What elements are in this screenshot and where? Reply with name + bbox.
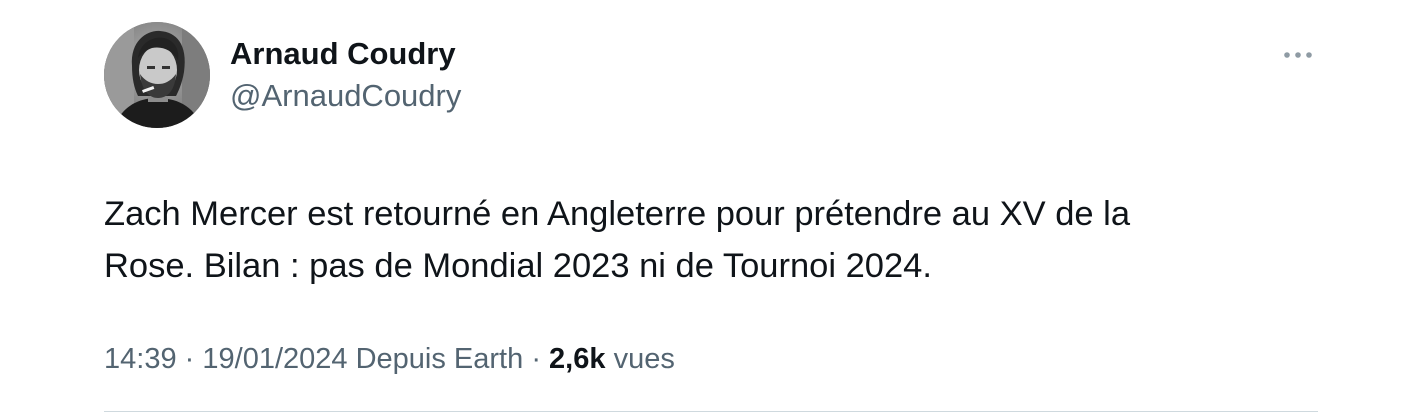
meta-separator: · (531, 343, 541, 375)
tweet-time[interactable]: 14:39 (104, 343, 177, 375)
views-label: vues (613, 343, 675, 375)
more-horizontal-icon (1284, 52, 1312, 58)
avatar[interactable] (104, 22, 210, 128)
views-count[interactable]: 2,6k (549, 343, 605, 375)
author-handle[interactable]: @ArnaudCoudry (230, 78, 461, 114)
author-name[interactable]: Arnaud Coudry (230, 36, 456, 72)
tweet-text-line: Zach Mercer est retourné en Angleterre p… (104, 195, 1131, 233)
tweet-date[interactable]: 19/01/2024 (202, 343, 347, 375)
profile-photo-icon (104, 22, 210, 128)
meta-separator: · (184, 343, 195, 375)
tweet-text: Zach Mercer est retourné en Angleterre p… (104, 188, 1294, 292)
tweet-card: Arnaud Coudry @ArnaudCoudry Zach Mercer … (0, 0, 1423, 418)
tweet-source: Depuis Earth (355, 343, 524, 375)
tweet-metadata: 14:39 · 19/01/2024 Depuis Earth · 2,6k v… (104, 343, 675, 376)
more-options-button[interactable] (1280, 40, 1316, 70)
divider (104, 411, 1318, 412)
tweet-text-line: Rose. Bilan : pas de Mondial 2023 ni de … (104, 247, 932, 285)
